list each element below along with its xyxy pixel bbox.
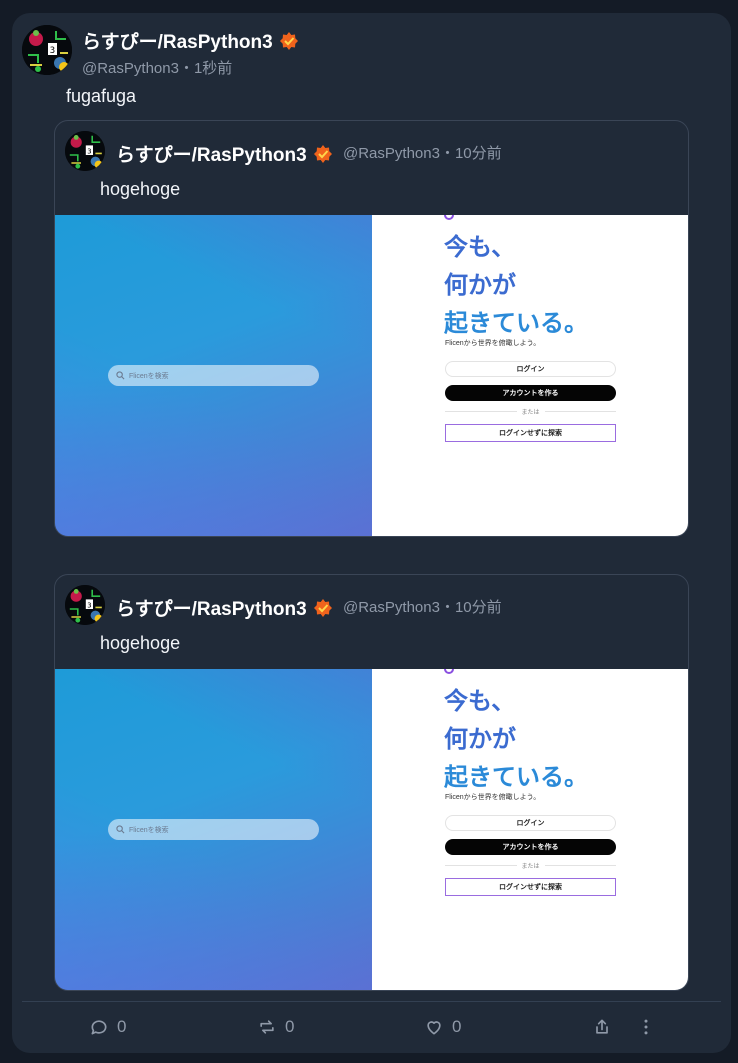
image-tagline: Flicenから世界を俯瞰しよう。 <box>445 794 541 801</box>
quoted-author-name[interactable]: らすぴー/RasPython3 <box>116 140 333 167</box>
action-divider <box>22 1001 721 1002</box>
image-tagline: Flicenから世界を俯瞰しよう。 <box>445 340 541 347</box>
quoted-meta: @RasPython3・10分前 <box>343 596 502 617</box>
quoted-post[interactable]: 3 らすぴー/RasPython3 @RasPython3・10分前 hogeh… <box>54 120 689 537</box>
image-search-bar: Flicenを検索 <box>108 819 319 840</box>
verified-badge-icon <box>279 31 298 50</box>
post-time[interactable]: 1秒前 <box>194 60 232 77</box>
attached-image[interactable]: Flicenを検索 今も、 何かが 起きている。 Flicenから世界を俯瞰しよ… <box>55 669 688 990</box>
logo-fragment-icon <box>444 215 454 220</box>
post-author-name[interactable]: らすぴー/RasPython3 <box>82 27 299 54</box>
image-search-bar: Flicenを検索 <box>108 365 319 386</box>
quoted-meta: @RasPython3・10分前 <box>343 142 502 163</box>
display-name[interactable]: らすぴー/RasPython3 <box>116 140 307 167</box>
handle[interactable]: @RasPython3 <box>82 60 179 77</box>
or-label: または <box>521 410 540 416</box>
verified-badge-icon <box>313 144 332 163</box>
image-login-button: ログイン <box>445 361 616 377</box>
meta-separator: ・ <box>439 145 455 162</box>
more-button[interactable] <box>636 1014 656 1040</box>
quoted-user-avatar[interactable]: 3 <box>65 131 105 171</box>
image-right-panel: 今も、 何かが 起きている。 Flicenから世界を俯瞰しよう。 ログイン アカ… <box>372 215 688 536</box>
svg-text:3: 3 <box>87 146 91 155</box>
image-headline: 今も、 何かが 起きている。 <box>444 683 588 797</box>
or-label: または <box>521 864 540 870</box>
quoted-time[interactable]: 10分前 <box>455 599 502 616</box>
image-search-placeholder: Flicenを検索 <box>129 826 169 834</box>
share-icon <box>596 1019 608 1034</box>
image-left-panel: Flicenを検索 <box>55 669 372 990</box>
image-headline: 今も、 何かが 起きている。 <box>444 229 588 343</box>
image-guest-button: ログインせずに探索 <box>445 878 616 896</box>
renote-button[interactable]: 0 <box>257 1014 294 1040</box>
svg-text:3: 3 <box>50 46 55 56</box>
display-name[interactable]: らすぴー/RasPython3 <box>116 594 307 621</box>
search-icon <box>116 371 125 380</box>
quoted-user-avatar[interactable]: 3 <box>65 585 105 625</box>
reply-count: 0 <box>117 1017 127 1036</box>
search-icon <box>116 825 125 834</box>
headline-line: 何かが <box>444 726 516 753</box>
post-text: fugafuga <box>66 86 137 106</box>
headline-line: 今も、 <box>444 234 516 261</box>
raspberry-python-avatar-icon: 3 <box>65 585 105 625</box>
reply-button[interactable]: 0 <box>89 1014 126 1040</box>
like-button[interactable]: 0 <box>424 1014 461 1040</box>
raspberry-python-avatar-icon: 3 <box>65 131 105 171</box>
headline-line: 何かが <box>444 272 516 299</box>
post-card: 3 らすぴー/RasPython3 @RasPython3・1秒前 fugafu… <box>12 13 731 1053</box>
image-search-placeholder: Flicenを検索 <box>129 372 169 380</box>
like-count: 0 <box>452 1017 462 1036</box>
post-meta: @RasPython3・1秒前 <box>82 57 232 78</box>
headline-line: 今も、 <box>444 688 516 715</box>
handle[interactable]: @RasPython3 <box>343 145 440 162</box>
image-create-account-button: アカウントを作る <box>445 839 616 855</box>
renote-icon <box>260 1020 274 1034</box>
logo-fragment-icon <box>444 669 454 674</box>
image-or-divider: または <box>445 861 617 870</box>
meta-separator: ・ <box>178 60 194 77</box>
heart-icon <box>427 1021 441 1035</box>
more-vertical-icon <box>644 1019 648 1035</box>
raspberry-python-avatar-icon: 3 <box>22 25 72 75</box>
quoted-text: hogehoge <box>100 179 181 199</box>
attached-image[interactable]: Flicenを検索 今も、 何かが 起きている。 Flicenから世界を俯瞰しよ… <box>55 215 688 536</box>
image-guest-button: ログインせずに探索 <box>445 424 616 442</box>
meta-separator: ・ <box>439 599 455 616</box>
image-right-panel: 今も、 何かが 起きている。 Flicenから世界を俯瞰しよう。 ログイン アカ… <box>372 669 688 990</box>
user-avatar[interactable]: 3 <box>22 25 72 75</box>
image-left-panel: Flicenを検索 <box>55 215 372 536</box>
renote-count: 0 <box>285 1017 295 1036</box>
verified-badge-icon <box>313 598 332 617</box>
share-button[interactable] <box>592 1014 612 1040</box>
quoted-text: hogehoge <box>100 633 181 653</box>
quoted-time[interactable]: 10分前 <box>455 145 502 162</box>
image-or-divider: または <box>445 407 617 416</box>
display-name[interactable]: らすぴー/RasPython3 <box>82 27 273 54</box>
quoted-author-name[interactable]: らすぴー/RasPython3 <box>116 594 333 621</box>
image-create-account-button: アカウントを作る <box>445 385 616 401</box>
image-login-button: ログイン <box>445 815 616 831</box>
reply-icon <box>91 1020 107 1035</box>
quoted-post[interactable]: 3 らすぴー/RasPython3 @RasPython3・10分前 hogeh… <box>54 574 689 991</box>
handle[interactable]: @RasPython3 <box>343 599 440 616</box>
svg-text:3: 3 <box>87 600 91 609</box>
